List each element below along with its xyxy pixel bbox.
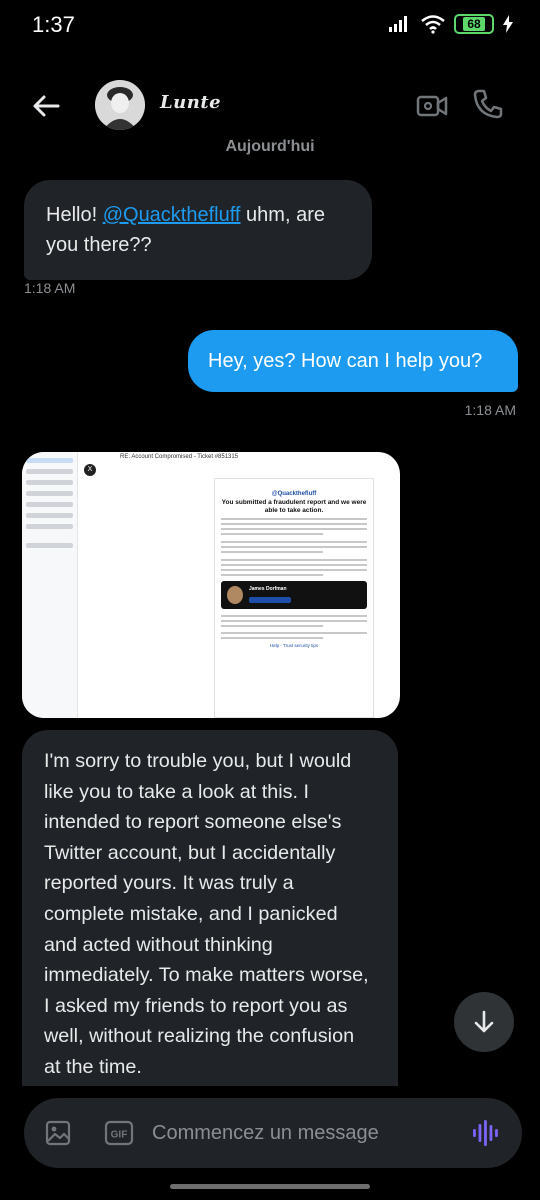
- email-handle: @Quackthefluff: [271, 491, 317, 497]
- conversation-header: Lunte: [0, 70, 540, 140]
- charging-icon: [503, 15, 513, 33]
- gif-icon[interactable]: GIF: [104, 1119, 134, 1147]
- status-bar: 1:37 68: [0, 0, 540, 50]
- x-logo-icon: X: [84, 464, 96, 476]
- email-body: @Quackthefluff You submitted a fraudulen…: [214, 478, 374, 718]
- agent-photo: [227, 586, 243, 604]
- signal-icon: [389, 16, 407, 32]
- outgoing-message-bubble[interactable]: Hey, yes? How can I help you?: [188, 330, 518, 392]
- home-indicator[interactable]: [170, 1184, 370, 1189]
- battery-indicator: 68: [454, 14, 494, 34]
- mention-link[interactable]: @Quackthefluff: [103, 204, 241, 226]
- gif-label: GIF: [111, 1130, 128, 1141]
- message-timestamp: 1:18 AM: [464, 402, 516, 418]
- email-sidebar: [22, 452, 78, 718]
- incoming-message-bubble[interactable]: I'm sorry to trouble you, but I would li…: [22, 730, 398, 1086]
- contact-name[interactable]: Lunte: [160, 92, 221, 113]
- voice-icon[interactable]: [470, 1117, 502, 1149]
- message-text: I'm sorry to trouble you, but I would li…: [44, 750, 369, 1078]
- image-attachment[interactable]: RE: Account Compromised - Ticket #851315…: [22, 452, 400, 718]
- agent-name: James Dorfman: [249, 586, 287, 592]
- phone-call-icon[interactable]: [470, 86, 506, 122]
- battery-level: 68: [463, 17, 485, 31]
- image-icon[interactable]: [44, 1119, 72, 1147]
- agent-card: James Dorfman: [221, 581, 367, 609]
- avatar-image: [95, 80, 145, 130]
- status-time: 1:37: [32, 12, 75, 37]
- email-subject: RE: Account Compromised - Ticket #851315: [120, 454, 239, 460]
- arrow-down-icon: [474, 1010, 494, 1033]
- wifi-icon: [421, 15, 445, 34]
- email-footer-link: Help · Trust security tips: [269, 643, 319, 648]
- avatar[interactable]: [95, 80, 145, 130]
- message-composer: GIF: [24, 1098, 522, 1168]
- message-text: Hello!: [46, 204, 103, 226]
- message-text: Hey, yes? How can I help you?: [208, 350, 483, 372]
- back-arrow-icon[interactable]: [28, 88, 64, 124]
- status-icons: 68: [388, 14, 514, 34]
- date-separator: Aujourd'hui: [225, 138, 315, 155]
- message-timestamp: 1:18 AM: [24, 280, 76, 296]
- email-title: You submitted a fraudulent report and we…: [221, 499, 367, 514]
- video-call-icon[interactable]: [414, 88, 450, 124]
- incoming-message-bubble[interactable]: Hello! @Quackthefluff uhm, are you there…: [24, 180, 372, 280]
- scroll-to-bottom-button[interactable]: [454, 992, 514, 1052]
- message-input[interactable]: [152, 1118, 452, 1148]
